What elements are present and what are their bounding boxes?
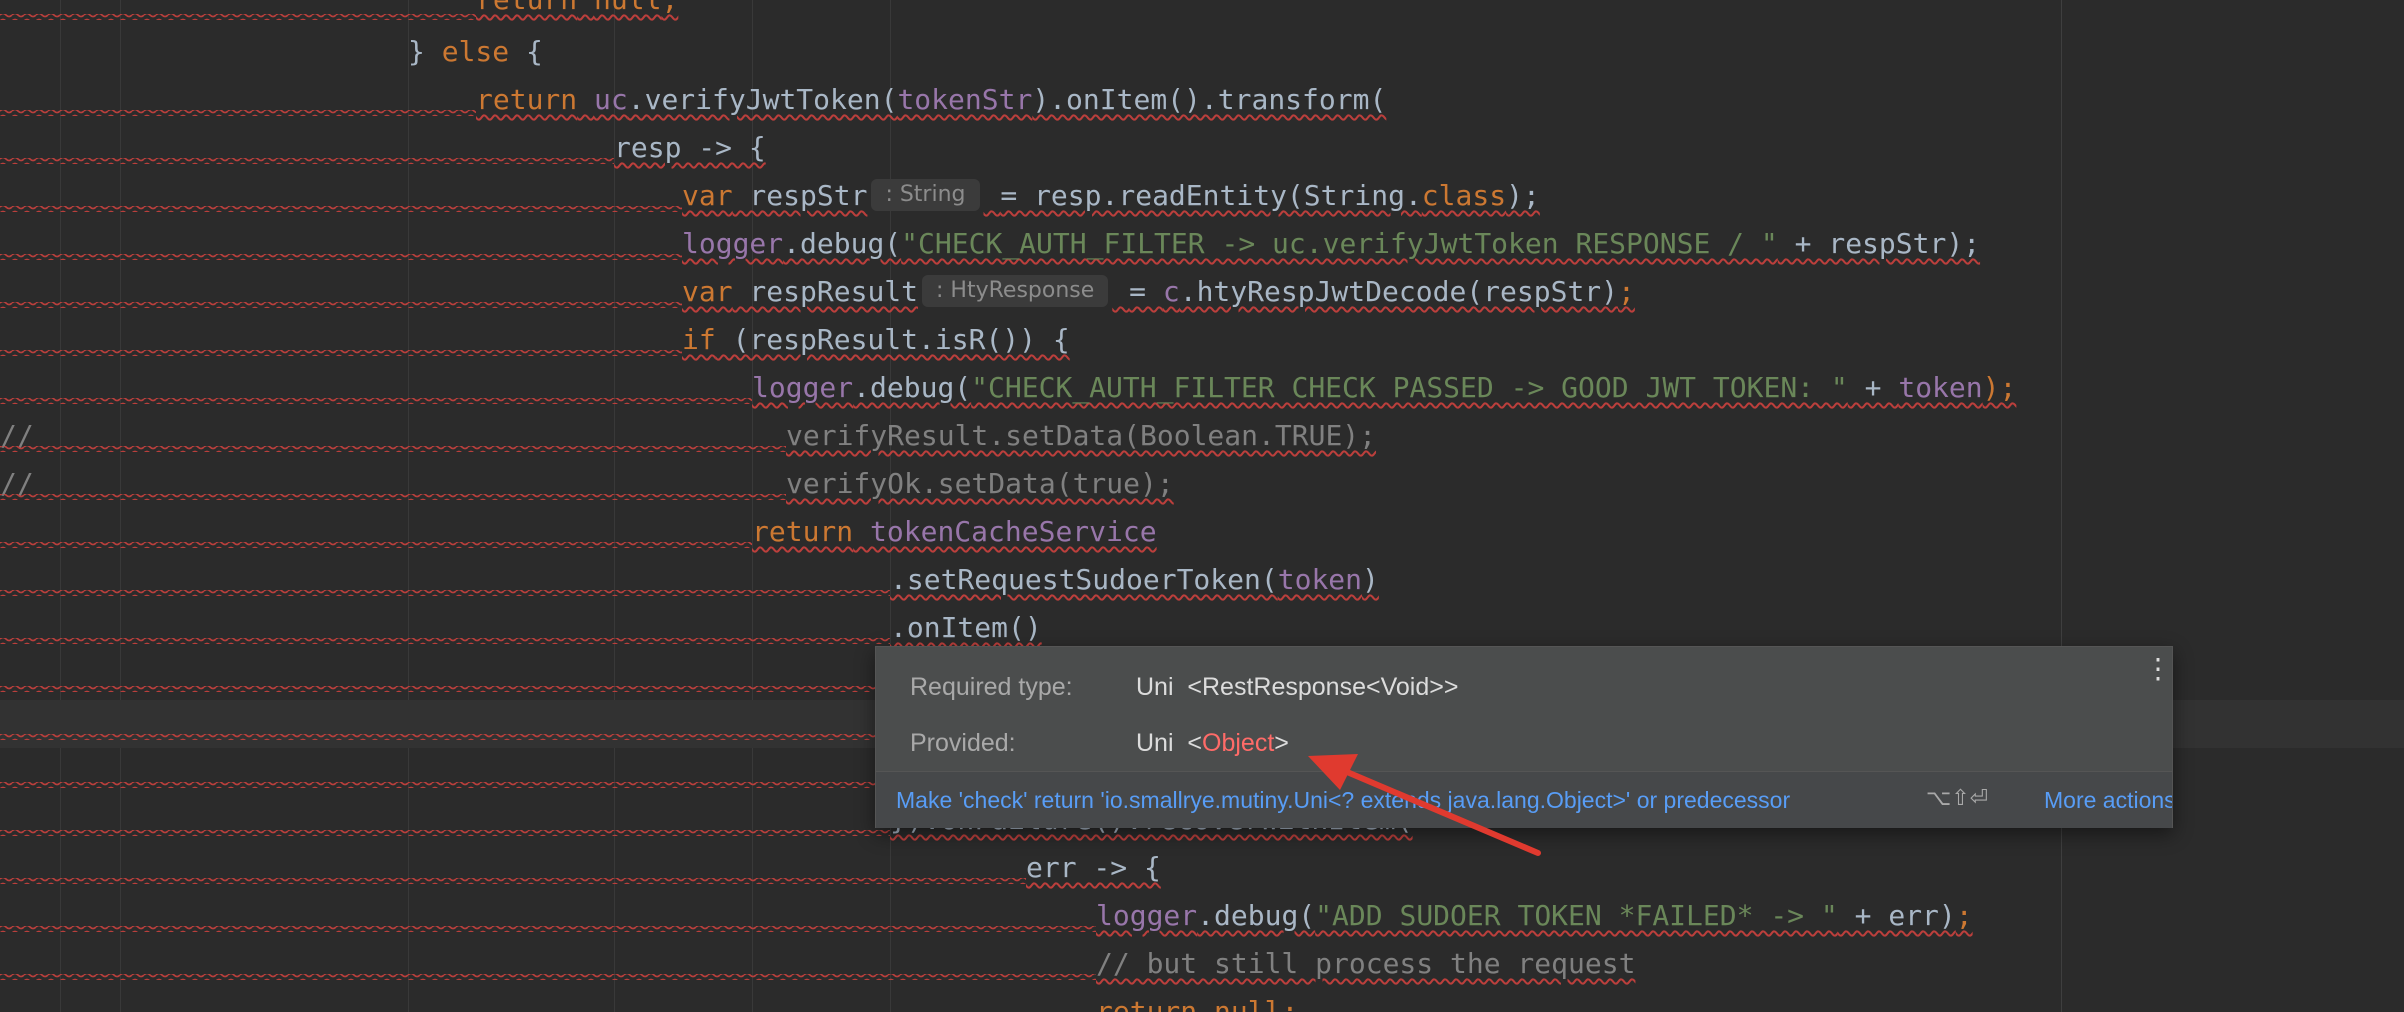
more-actions-link[interactable]: More actions: [2044, 787, 2172, 814]
quick-fix-bar: Make 'check' return 'io.smallrye.mutiny.…: [876, 771, 2172, 828]
provided-type-label: Provided:: [910, 729, 1016, 757]
provided-type-value: Uni <Object>: [1136, 729, 1289, 758]
required-type-label: Required type:: [910, 673, 1073, 701]
code-editor[interactable]: return null; } else { return uc.verifyJw…: [0, 0, 2404, 1012]
provided-suffix: >: [1274, 729, 1289, 757]
vertical-dots-icon[interactable]: ⋮: [2144, 655, 2172, 683]
required-type-value: Uni <RestResponse<Void>>: [1136, 673, 1459, 701]
provided-type-error: Object: [1202, 729, 1275, 757]
quick-fix-link[interactable]: Make 'check' return 'io.smallrye.mutiny.…: [896, 787, 1790, 814]
type-mismatch-popup: Required type: Uni <RestResponse<Void>> …: [875, 646, 2173, 828]
error-underlines: [0, 14, 1096, 980]
fix-shortcut: ⌥⇧⏎: [1926, 786, 1989, 811]
provided-prefix: Uni <: [1136, 729, 1203, 757]
